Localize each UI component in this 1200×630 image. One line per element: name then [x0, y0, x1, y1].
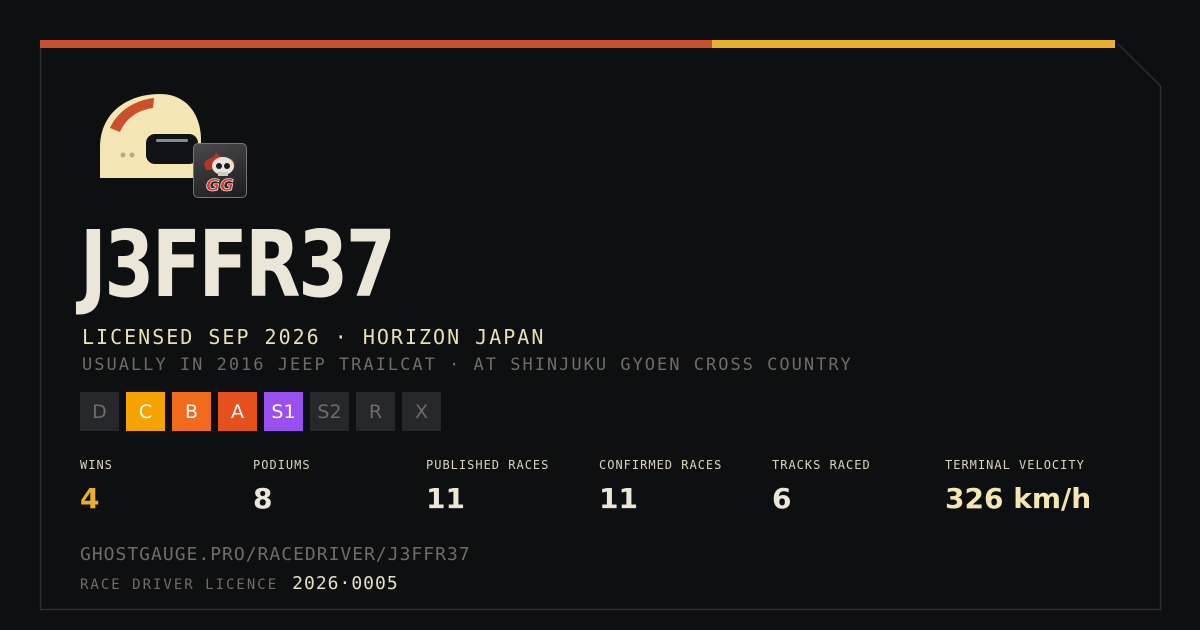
accent-bar-yellow	[712, 40, 1115, 48]
gg-badge: GG	[193, 143, 247, 198]
stat-value: 11	[599, 482, 638, 515]
stat-value: 11	[426, 482, 465, 515]
tier-badge-r: R	[356, 392, 395, 431]
stat-label: CONFIRMED RACES	[599, 458, 723, 472]
tier-badges: D C B A S1 S2 R X	[80, 392, 441, 431]
stats-row: WINS 4 PODIUMS 8 PUBLISHED RACES 11 CONFIRMED …	[80, 458, 1120, 515]
stat-value: 4	[80, 482, 100, 515]
stat-value: 326 km/h	[945, 482, 1092, 515]
flaming-skull-gg-icon: GG	[204, 152, 235, 196]
stat-published-races: PUBLISHED RACES 11	[426, 458, 599, 515]
stat-label: PODIUMS	[253, 458, 311, 472]
licensed-info: LICENSED SEP 2026 · HORIZON JAPAN	[82, 325, 546, 349]
stat-podiums: PODIUMS 8	[253, 458, 426, 515]
licence-number: 2026·0005	[292, 573, 399, 594]
stat-label: TERMINAL VELOCITY	[945, 458, 1085, 472]
tier-badge-d: D	[80, 392, 119, 431]
stat-value: 8	[253, 482, 273, 515]
tier-badge-a: A	[218, 392, 257, 431]
stat-confirmed-races: CONFIRMED RACES 11	[599, 458, 772, 515]
stat-wins: WINS 4	[80, 458, 253, 515]
tier-badge-x: X	[402, 392, 441, 431]
tier-badge-s1: S1	[264, 392, 303, 431]
stat-label: WINS	[80, 458, 113, 472]
badge-text: GG	[206, 176, 234, 196]
stat-value: 6	[772, 482, 792, 515]
tier-badge-s2: S2	[310, 392, 349, 431]
stat-terminal-velocity: TERMINAL VELOCITY 326 km/h	[945, 458, 1118, 515]
profile-url[interactable]: GHOSTGAUGE.PRO/RACEDRIVER/J3FFR37	[80, 544, 471, 565]
usual-car-track: USUALLY IN 2016 JEEP TRAILCAT · AT SHINJ…	[82, 355, 853, 375]
stat-label: PUBLISHED RACES	[426, 458, 550, 472]
licence-label: RACE DRIVER LICENCE	[80, 577, 279, 593]
progress-accent-bar	[40, 40, 1115, 48]
accent-bar-orange	[40, 40, 712, 48]
tier-badge-b: B	[172, 392, 211, 431]
driver-name: J3FFR37	[80, 211, 396, 318]
stat-label: TRACKS RACED	[772, 458, 871, 472]
stat-tracks-raced: TRACKS RACED 6	[772, 458, 945, 515]
licence-line: RACE DRIVER LICENCE 2026·0005	[80, 573, 399, 594]
tier-badge-c: C	[126, 392, 165, 431]
